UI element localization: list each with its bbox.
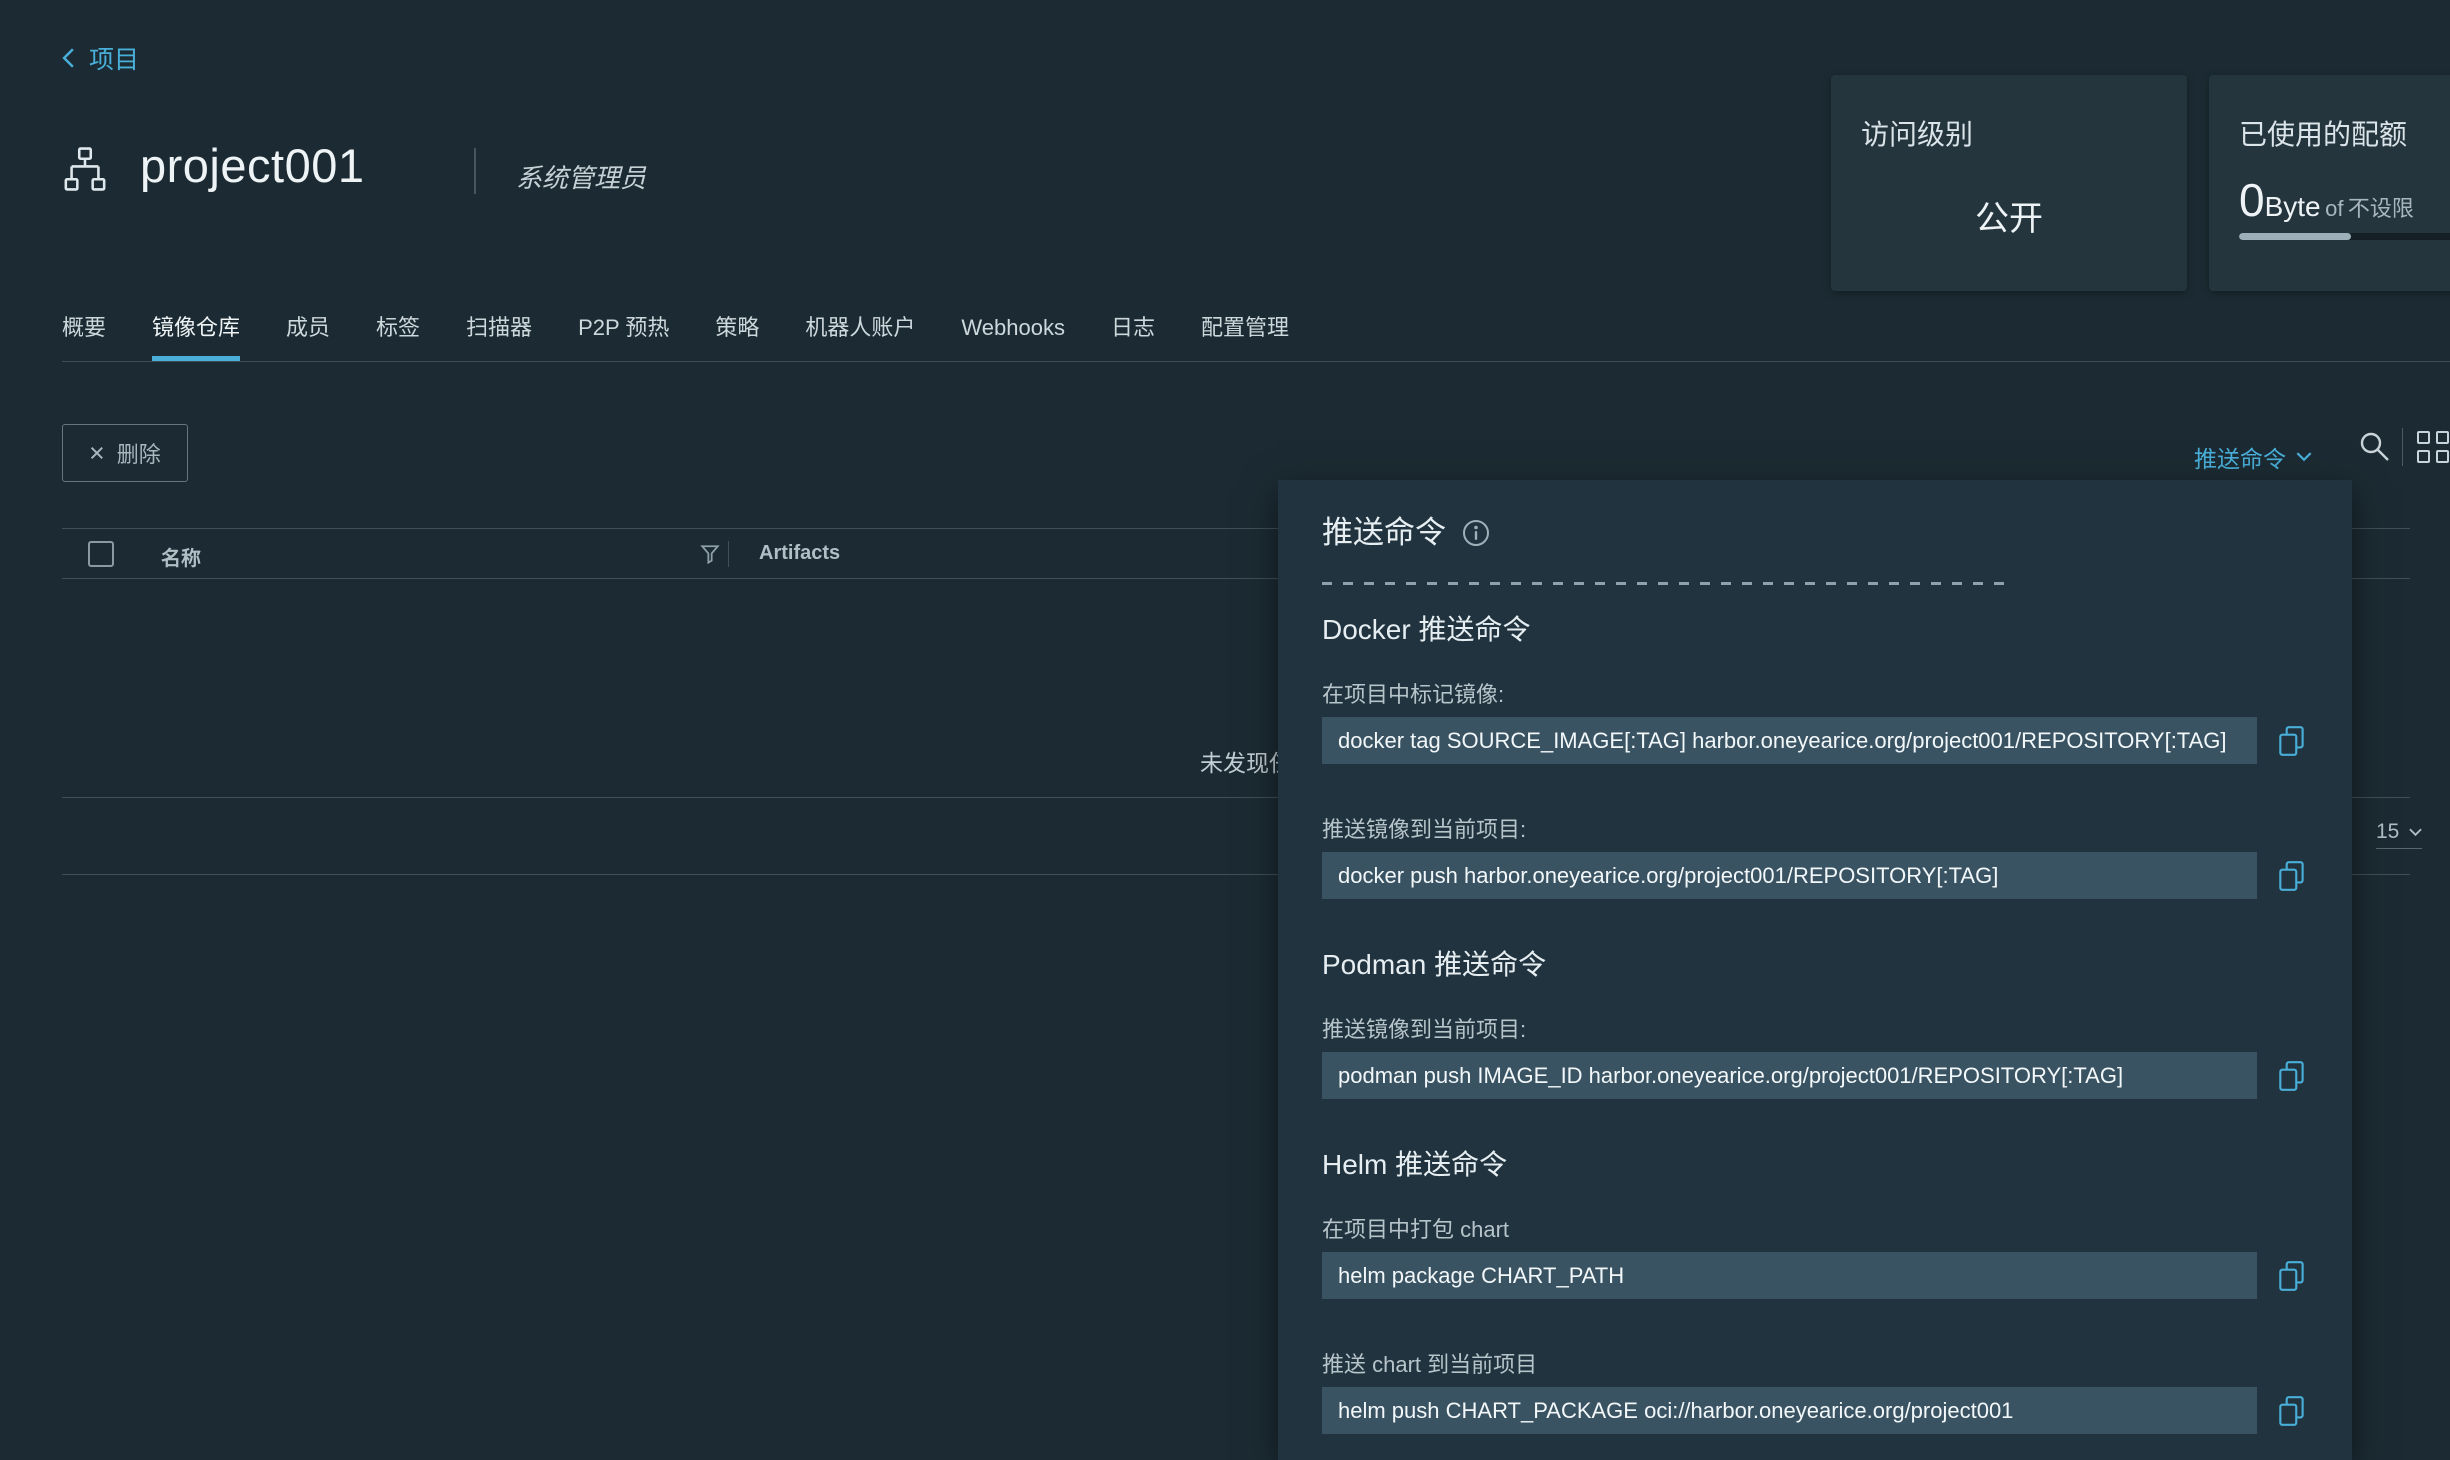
helm-package-command: helm package CHART_PATH: [1322, 1252, 2257, 1299]
helm-push-item: 推送 chart 到当前项目 helm push CHART_PACKAGE o…: [1322, 1351, 2310, 1434]
toolbar-divider: [2402, 428, 2403, 466]
column-header-artifacts: Artifacts: [759, 542, 840, 565]
helm-package-row: helm package CHART_PATH: [1322, 1252, 2310, 1299]
docker-tag-label: 在项目中标记镜像:: [1322, 681, 2310, 709]
quota-used: 0: [2239, 174, 2265, 226]
docker-tag-row: docker tag SOURCE_IMAGE[:TAG] harbor.one…: [1322, 717, 2310, 764]
podman-push-command: podman push IMAGE_ID harbor.oneyearice.o…: [1322, 1052, 2257, 1099]
tab-summary[interactable]: 概要: [62, 314, 106, 342]
helm-section-heading: Helm 推送命令: [1322, 1147, 2310, 1183]
search-icon[interactable]: [2358, 430, 2392, 464]
tab-labels[interactable]: 标签: [376, 314, 420, 342]
project-icon: [62, 146, 108, 192]
podman-push-item: 推送镜像到当前项目: podman push IMAGE_ID harbor.o…: [1322, 1016, 2310, 1099]
tab-policy[interactable]: 策略: [715, 314, 759, 342]
copy-icon: [2275, 859, 2309, 893]
docker-tag-item: 在项目中标记镜像: docker tag SOURCE_IMAGE[:TAG] …: [1322, 681, 2310, 764]
access-level-value: 公开: [1831, 191, 2187, 240]
column-divider: [728, 541, 729, 567]
access-level-title: 访问级别: [1861, 113, 1973, 153]
tab-repositories[interactable]: 镜像仓库: [152, 314, 240, 342]
push-command-dropdown-button[interactable]: 推送命令: [2194, 440, 2312, 474]
column-header-name: 名称: [161, 542, 201, 571]
quota-of: of: [2325, 196, 2343, 221]
panel-title-row: 推送命令: [1322, 514, 2310, 552]
info-icon[interactable]: [1462, 519, 1490, 547]
copy-button[interactable]: [2275, 1259, 2309, 1293]
access-level-card: 访问级别 公开: [1831, 75, 2187, 291]
tab-logs[interactable]: 日志: [1111, 314, 1155, 342]
close-icon: ×: [89, 440, 105, 467]
user-role-label: 系统管理员: [516, 158, 646, 195]
copy-icon: [2275, 1259, 2309, 1293]
quota-progress-bar: [2239, 233, 2450, 240]
docker-push-label: 推送镜像到当前项目:: [1322, 816, 2310, 844]
project-tabs: 概要 镜像仓库 成员 标签 扫描器 P2P 预热 策略 机器人账户 Webhoo…: [62, 314, 2450, 362]
podman-push-row: podman push IMAGE_ID harbor.oneyearice.o…: [1322, 1052, 2310, 1099]
grid-view-icon[interactable]: [2416, 430, 2450, 464]
docker-section-heading: Docker 推送命令: [1322, 612, 2310, 648]
breadcrumb-label[interactable]: 项目: [89, 40, 139, 76]
chevron-left-icon: [62, 48, 75, 68]
panel-title: 推送命令: [1322, 514, 1446, 552]
select-all-checkbox[interactable]: [88, 541, 114, 567]
dashed-divider: [1322, 582, 2012, 585]
tab-members[interactable]: 成员: [286, 314, 330, 342]
quota-title: 已使用的配额: [2239, 113, 2407, 153]
helm-push-row: helm push CHART_PACKAGE oci://harbor.one…: [1322, 1387, 2310, 1434]
page-size-value: 15: [2376, 820, 2399, 844]
page-size-select[interactable]: 15: [2376, 820, 2422, 849]
docker-push-command: docker push harbor.oneyearice.org/projec…: [1322, 852, 2257, 899]
tab-p2p-preheat[interactable]: P2P 预热: [578, 314, 669, 342]
tab-configuration[interactable]: 配置管理: [1201, 314, 1289, 342]
quota-value: 0Byte of 不设限: [2239, 173, 2414, 227]
docker-tag-command: docker tag SOURCE_IMAGE[:TAG] harbor.one…: [1322, 717, 2257, 764]
helm-package-label: 在项目中打包 chart: [1322, 1216, 2310, 1244]
copy-button[interactable]: [2275, 1394, 2309, 1428]
copy-icon: [2275, 1059, 2309, 1093]
helm-package-item: 在项目中打包 chart helm package CHART_PATH: [1322, 1216, 2310, 1299]
filter-funnel-icon[interactable]: [700, 544, 720, 564]
copy-icon: [2275, 1394, 2309, 1428]
tab-robot-accounts[interactable]: 机器人账户: [805, 314, 915, 342]
chevron-down-icon: [2296, 452, 2312, 462]
podman-push-label: 推送镜像到当前项目:: [1322, 1016, 2310, 1044]
quota-card: 已使用的配额 0Byte of 不设限: [2209, 75, 2450, 291]
chevron-down-icon: [2409, 828, 2422, 837]
push-command-label: 推送命令: [2194, 440, 2286, 474]
quota-progress-fill: [2239, 233, 2351, 240]
docker-push-row: docker push harbor.oneyearice.org/projec…: [1322, 852, 2310, 899]
quota-limit: 不设限: [2348, 196, 2414, 221]
breadcrumb[interactable]: 项目: [62, 40, 139, 76]
page-title: project001: [140, 134, 365, 198]
helm-push-command: helm push CHART_PACKAGE oci://harbor.one…: [1322, 1387, 2257, 1434]
delete-button[interactable]: × 删除: [62, 424, 188, 482]
copy-button[interactable]: [2275, 1059, 2309, 1093]
podman-section-heading: Podman 推送命令: [1322, 947, 2310, 983]
title-divider: [474, 148, 476, 194]
tab-webhooks[interactable]: Webhooks: [961, 314, 1065, 342]
delete-button-label: 删除: [117, 437, 161, 469]
tab-scanner[interactable]: 扫描器: [466, 314, 532, 342]
copy-button[interactable]: [2275, 724, 2309, 758]
copy-icon: [2275, 724, 2309, 758]
push-command-panel: 推送命令 Docker 推送命令 在项目中标记镜像: docker tag SO…: [1278, 480, 2352, 1460]
helm-push-label: 推送 chart 到当前项目: [1322, 1351, 2310, 1379]
copy-button[interactable]: [2275, 859, 2309, 893]
docker-push-item: 推送镜像到当前项目: docker push harbor.oneyearice…: [1322, 816, 2310, 899]
quota-unit: Byte: [2265, 191, 2321, 222]
